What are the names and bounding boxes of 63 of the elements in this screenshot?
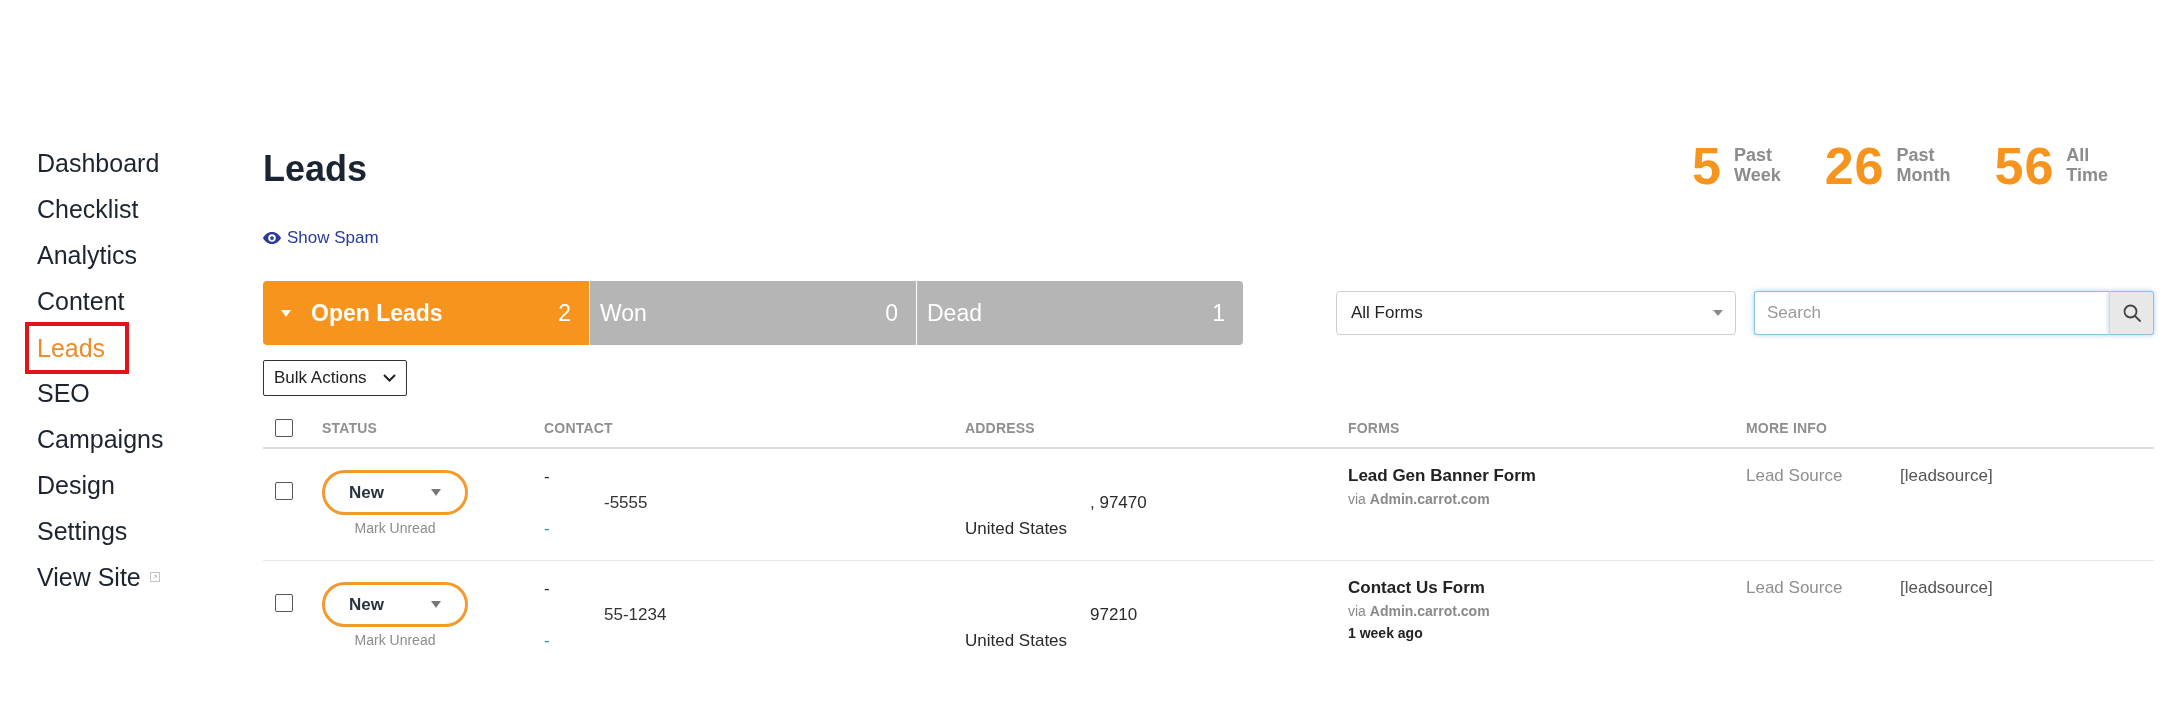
show-spam-link[interactable]: Show Spam [263,227,379,249]
external-link-icon [149,572,160,582]
chevron-down-icon [382,374,396,382]
address-country: United States [965,630,1068,652]
bulk-actions-dropdown[interactable]: Bulk Actions [263,360,407,396]
address-country: United States [965,518,1068,540]
stat-number: 56 [1994,140,2055,192]
caret-icon [1713,310,1723,316]
contact-phone: -5555 [604,492,648,514]
select-all-checkbox[interactable] [275,418,293,437]
status-dropdown[interactable]: New [322,470,468,515]
tab-count: 2 [558,299,571,327]
sidebar-item[interactable]: Checklist [37,186,139,232]
info-value: [leadsource] [1900,577,1993,599]
search-button[interactable] [2109,291,2154,335]
contact-name: - [544,578,550,600]
eye-icon [263,232,281,244]
caret-icon [431,489,441,496]
page-title: Leads [263,148,368,190]
column-header: ADDRESS [965,419,1035,436]
sidebar-item[interactable]: Settings [37,508,128,554]
sidebar-item[interactable]: Content [37,278,125,324]
caret-icon [431,601,441,608]
status-dropdown[interactable]: New [322,582,468,627]
stat-number: 26 [1824,140,1885,192]
sidebar-item[interactable]: Design [37,462,115,508]
form-source: via Admin.carrot.com [1348,602,1490,621]
stat-label: All Time [2066,145,2108,185]
search-field[interactable]: Search [1754,291,2109,335]
form-filter-dropdown[interactable]: All Forms [1336,291,1736,335]
info-value: [leadsource] [1900,465,1993,487]
form-name: Contact Us Form [1348,577,1485,599]
sidebar-item[interactable]: Analytics [37,232,138,278]
contact-email[interactable]: - [544,628,550,654]
sidebar-item[interactable]: View Site [37,554,160,600]
stat-number: 5 [1692,140,1722,192]
row-checkbox[interactable] [275,482,293,500]
mark-unread-link[interactable]: Mark Unread [354,632,436,649]
stat-label: Past Month [1896,145,1951,185]
form-name: Lead Gen Banner Form [1348,465,1536,487]
stat-label: Past Week [1733,145,1781,185]
info-label: Lead Source [1746,577,1843,599]
column-header: CONTACT [544,419,613,436]
contact-name: - [544,466,550,488]
column-header: FORMS [1348,419,1400,436]
caret-icon [281,309,291,317]
column-header: MORE INFO [1746,419,1828,436]
row-checkbox[interactable] [275,594,293,612]
column-header: STATUS [322,419,378,436]
search-icon [2122,304,2141,322]
sidebar-item[interactable]: SEO [37,370,90,416]
sidebar-item[interactable]: Dashboard [37,140,160,186]
form-source: via Admin.carrot.com [1348,490,1490,509]
tab-count: 1 [1212,299,1225,327]
address-locality: , 97470 [1090,492,1147,514]
info-label: Lead Source [1746,465,1843,487]
tab-count: 0 [885,299,898,327]
sidebar-item[interactable]: Campaigns [37,416,164,462]
mark-unread-link[interactable]: Mark Unread [354,520,436,537]
lead-age: 1 week ago [1348,624,1423,643]
contact-phone: 55-1234 [604,604,667,626]
address-locality: 97210 [1090,604,1138,626]
contact-email[interactable]: - [544,516,550,542]
